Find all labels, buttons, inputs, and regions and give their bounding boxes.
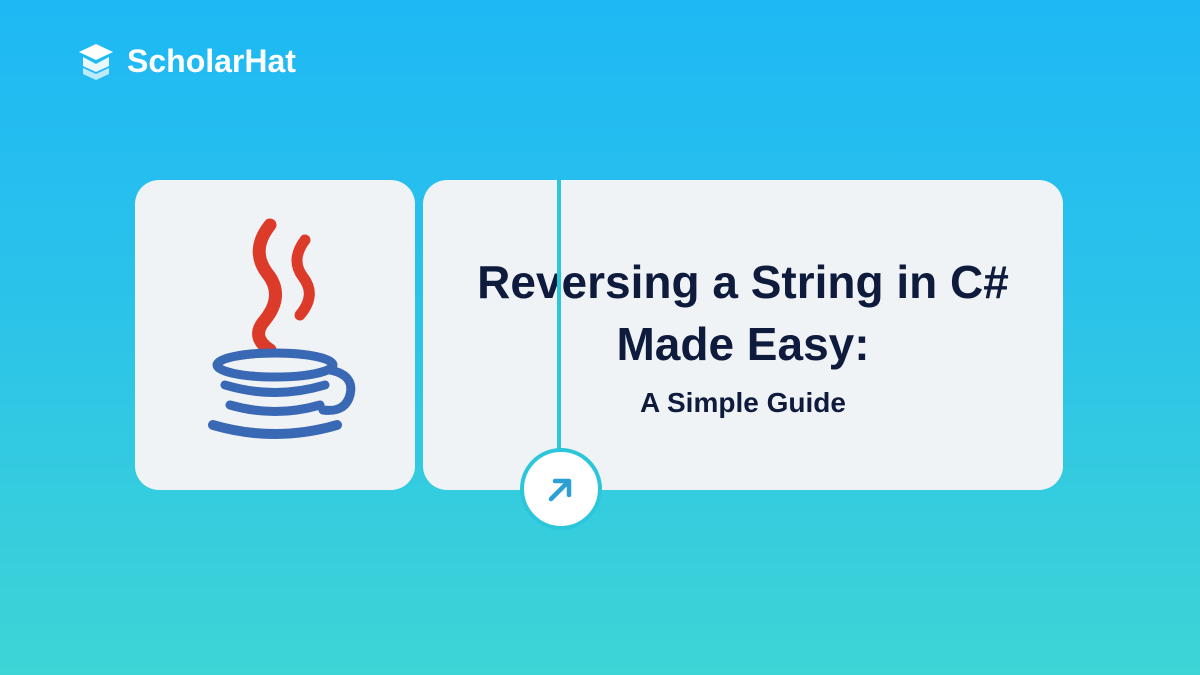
arrow-badge	[520, 448, 602, 530]
text-card: Reversing a String in C# Made Easy: A Si…	[423, 180, 1063, 490]
card-divider	[557, 180, 561, 460]
content-card-group: Reversing a String in C# Made Easy: A Si…	[135, 180, 1063, 490]
subtitle: A Simple Guide	[640, 387, 846, 419]
scholarhat-icon	[75, 40, 117, 82]
main-title: Reversing a String in C# Made Easy:	[453, 251, 1033, 375]
brand-name: ScholarHat	[127, 43, 296, 80]
illustration-card	[135, 180, 415, 490]
arrow-up-right-icon	[541, 469, 581, 509]
brand-logo: ScholarHat	[75, 40, 296, 82]
java-logo-icon	[175, 215, 375, 455]
